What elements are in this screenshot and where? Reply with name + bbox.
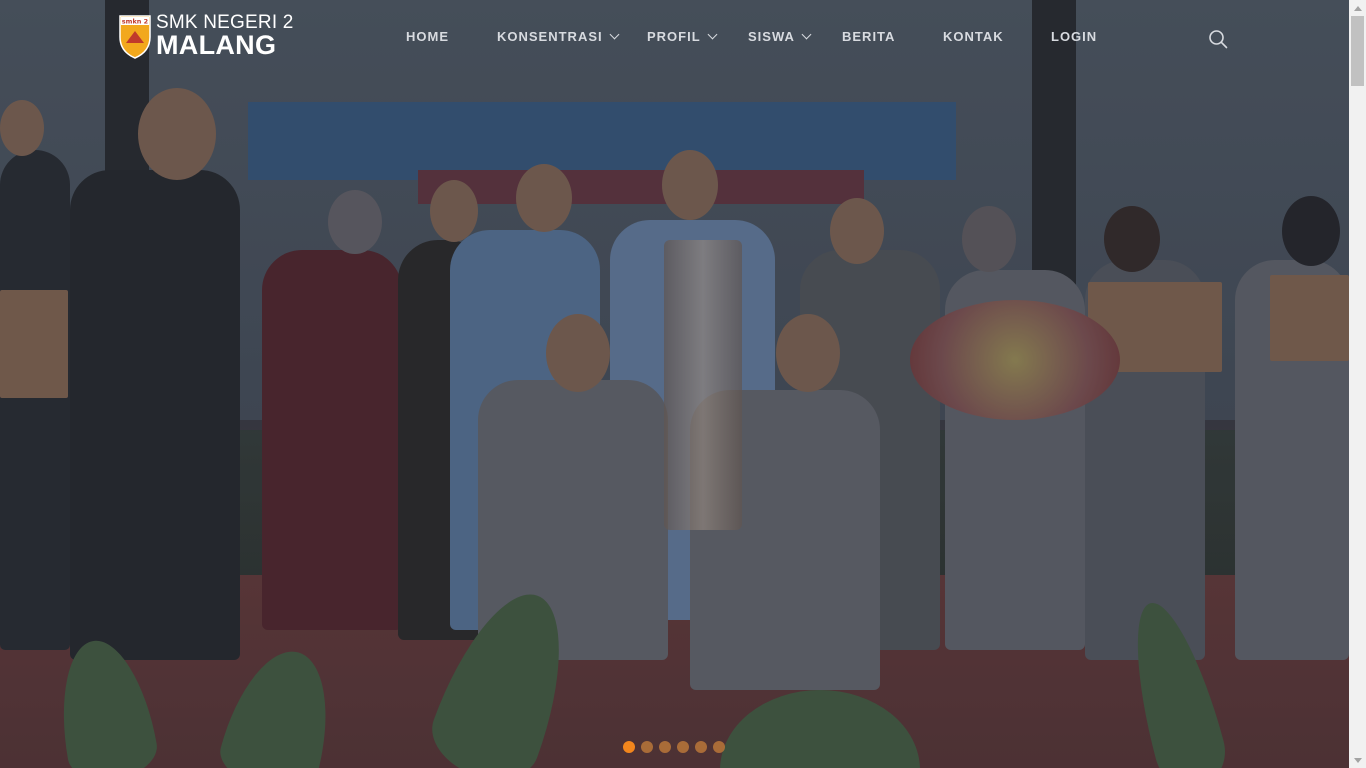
nav-profil-label: PROFIL [647, 29, 701, 44]
hero-slider: smkn 2 SMK NEGERI 2 MALANG HOME KONSENTR… [0, 0, 1349, 768]
slider-dot[interactable] [713, 741, 725, 753]
nav-berita-label: BERITA [842, 29, 896, 44]
nav-siswa[interactable]: SISWA [748, 29, 812, 44]
hero-dark-overlay [0, 0, 1349, 768]
slider-dot[interactable] [623, 741, 635, 753]
slider-dot[interactable] [695, 741, 707, 753]
nav-berita[interactable]: BERITA [842, 29, 895, 44]
slider-dot[interactable] [677, 741, 689, 753]
nav-siswa-label: SISWA [748, 29, 795, 44]
emblem-text: smkn 2 [122, 18, 148, 26]
scroll-up-arrow[interactable] [1349, 0, 1366, 16]
nav-konsentrasi[interactable]: KONSENTRASI [497, 29, 620, 44]
page-scrollbar[interactable] [1349, 0, 1366, 768]
slider-pagination [623, 741, 725, 753]
scroll-down-arrow[interactable] [1349, 752, 1366, 768]
logo-line-2: MALANG [156, 30, 277, 60]
scrollbar-thumb[interactable] [1351, 16, 1364, 86]
slider-dot[interactable] [641, 741, 653, 753]
chevron-down-icon [609, 29, 620, 39]
school-emblem-icon: smkn 2 [119, 15, 151, 59]
nav-konsentrasi-label: KONSENTRASI [497, 29, 603, 44]
chevron-down-icon [801, 29, 812, 39]
arrow-down-icon [1353, 757, 1362, 763]
nav-kontak[interactable]: KONTAK [943, 29, 1004, 44]
nav-home-label: HOME [406, 29, 449, 44]
chevron-down-icon [707, 29, 718, 39]
slider-dot[interactable] [659, 741, 671, 753]
nav-login[interactable]: LOGIN [1051, 29, 1097, 44]
site-logo[interactable]: smkn 2 SMK NEGERI 2 MALANG [118, 13, 294, 59]
nav-login-label: LOGIN [1051, 29, 1098, 44]
nav-kontak-label: KONTAK [943, 29, 1004, 44]
nav-home[interactable]: HOME [406, 29, 449, 44]
nav-profil[interactable]: PROFIL [647, 29, 718, 44]
arrow-up-icon [1353, 5, 1362, 11]
search-icon[interactable] [1208, 29, 1228, 49]
